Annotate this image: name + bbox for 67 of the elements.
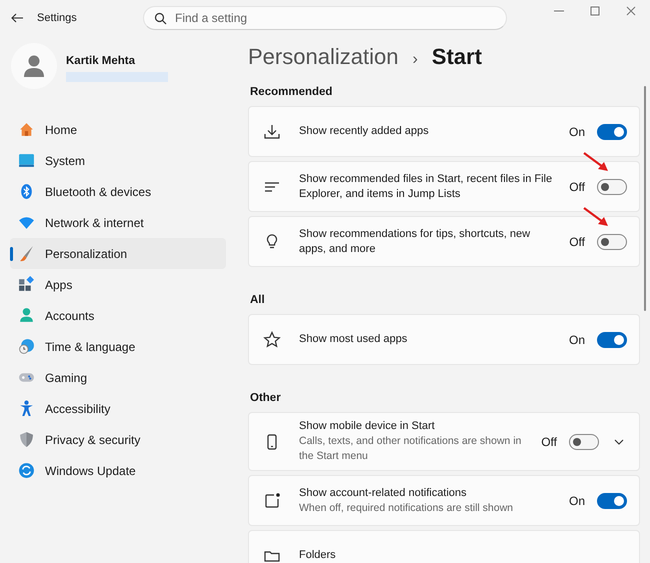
setting-title: Show mobile device in Start (299, 419, 436, 434)
toggle-switch[interactable] (569, 434, 599, 450)
toggle-state-label: Off (569, 180, 585, 194)
toggle-switch[interactable] (597, 234, 627, 250)
toggle-switch[interactable] (597, 124, 627, 140)
brush-icon (18, 245, 35, 262)
setting-card[interactable]: Show recommendations for tips, shortcuts, new apps, and more Off (248, 216, 640, 267)
star-icon (263, 330, 281, 348)
nav-item[interactable]: Windows Update (10, 455, 226, 486)
sync-icon (18, 462, 35, 479)
clock-globe-icon (18, 338, 35, 355)
page-title: Start (432, 44, 482, 70)
section-heading: Recommended (250, 86, 334, 98)
notification-icon (263, 492, 281, 510)
shield-icon (18, 431, 35, 448)
setting-title: Show most used apps (299, 332, 408, 347)
breadcrumb-separator: › (412, 51, 418, 69)
bluetooth-icon (18, 183, 35, 200)
accessibility-icon (18, 400, 35, 417)
section-heading: All (250, 294, 266, 306)
toggle-state-label: Off (541, 434, 557, 448)
setting-description: When off, required notifications are still shown (299, 500, 514, 516)
scrollbar-thumb[interactable] (644, 86, 646, 311)
back-icon[interactable] (10, 11, 24, 25)
download-icon (263, 122, 281, 140)
setting-title: Show recommendations for tips, shortcuts, new apps, and more (299, 226, 532, 256)
toggle-switch[interactable] (597, 492, 627, 508)
breadcrumb-parent[interactable]: Personalization (248, 44, 398, 70)
nav-item[interactable]: Personalization (10, 238, 226, 269)
wifi-icon (18, 214, 35, 231)
setting-title: Show recommended files in Start, recent files in File Explorer, and items in Jump Lists (299, 172, 554, 202)
search-icon (154, 12, 167, 25)
nav-item[interactable]: Time & language (10, 331, 226, 362)
search-field[interactable]: Find a setting (143, 6, 507, 30)
setting-title: Folders (299, 548, 337, 563)
setting-card[interactable]: Show account-related notifications When off, required notifications are still shown On (248, 475, 640, 526)
nav-item[interactable]: System (10, 145, 226, 176)
nav-item[interactable]: Network & internet (10, 207, 226, 238)
setting-title: Show recently added apps (299, 124, 430, 139)
setting-card[interactable]: Show recommended files in Start, recent files in File Explorer, and items in Jump Lists Off (248, 161, 640, 212)
nav-item[interactable]: Accessibility (10, 393, 226, 424)
toggle-state-label: On (568, 332, 585, 346)
nav-item[interactable]: Apps (10, 269, 226, 300)
setting-description: Calls, texts, and other notifications are shown in the Start menu (299, 434, 522, 464)
person-icon (18, 307, 35, 324)
nav-item[interactable]: Bluetooth & devices (10, 176, 226, 207)
nav-item[interactable]: Privacy & security (10, 424, 226, 455)
nav-item[interactable]: Home (10, 114, 226, 145)
toggle-switch[interactable] (597, 332, 627, 348)
avatar (11, 43, 57, 89)
toggle-state-label: Off (569, 234, 585, 248)
setting-card[interactable]: Folders (248, 530, 640, 563)
apps-icon (18, 276, 35, 293)
toggle-state-label: On (568, 124, 585, 138)
toggle-switch[interactable] (597, 178, 627, 194)
nav-item[interactable]: Accounts (10, 300, 226, 331)
setting-title: Show account-related notifications (299, 486, 468, 500)
section-heading: Other (250, 392, 282, 404)
setting-card[interactable]: Show mobile device in Start Calls, texts, and other notifications are shown in the Start menu Off (248, 412, 640, 471)
monitor-icon (18, 152, 35, 169)
home-icon (18, 121, 35, 138)
setting-card[interactable]: Show most used apps On (248, 314, 640, 365)
window-title: Settings (37, 12, 77, 24)
user-name: Kartik Mehta (66, 55, 136, 67)
setting-card[interactable]: Show recently added apps On (248, 106, 640, 157)
nav-item[interactable]: Gaming (10, 362, 226, 393)
toggle-state-label: On (568, 494, 585, 508)
